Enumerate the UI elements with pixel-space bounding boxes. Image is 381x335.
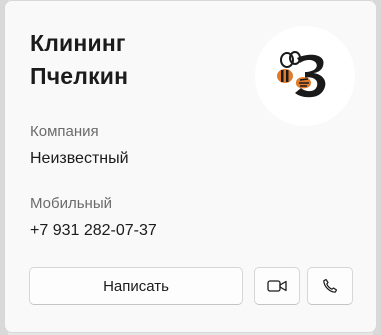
write-message-button[interactable]: Написать [29, 267, 243, 305]
video-call-button[interactable] [254, 267, 300, 305]
mobile-value[interactable]: +7 931 282-07-37 [30, 222, 157, 240]
write-message-label: Написать [103, 277, 169, 295]
phone-icon [323, 278, 338, 293]
mobile-label: Мобильный [30, 195, 112, 212]
call-button[interactable] [307, 267, 353, 305]
company-value: Неизвестный [30, 150, 129, 167]
contact-name-line1: Клининг [30, 30, 126, 56]
contact-card: Клининг Пчелкин Компания Неизвестный Моб… [4, 0, 377, 333]
avatar [255, 26, 355, 126]
company-label: Компания [30, 123, 99, 140]
contact-name: Клининг Пчелкин [30, 27, 230, 93]
contact-name-line2: Пчелкин [30, 63, 129, 89]
bee-logo-icon [277, 51, 326, 98]
video-camera-icon [267, 280, 287, 292]
